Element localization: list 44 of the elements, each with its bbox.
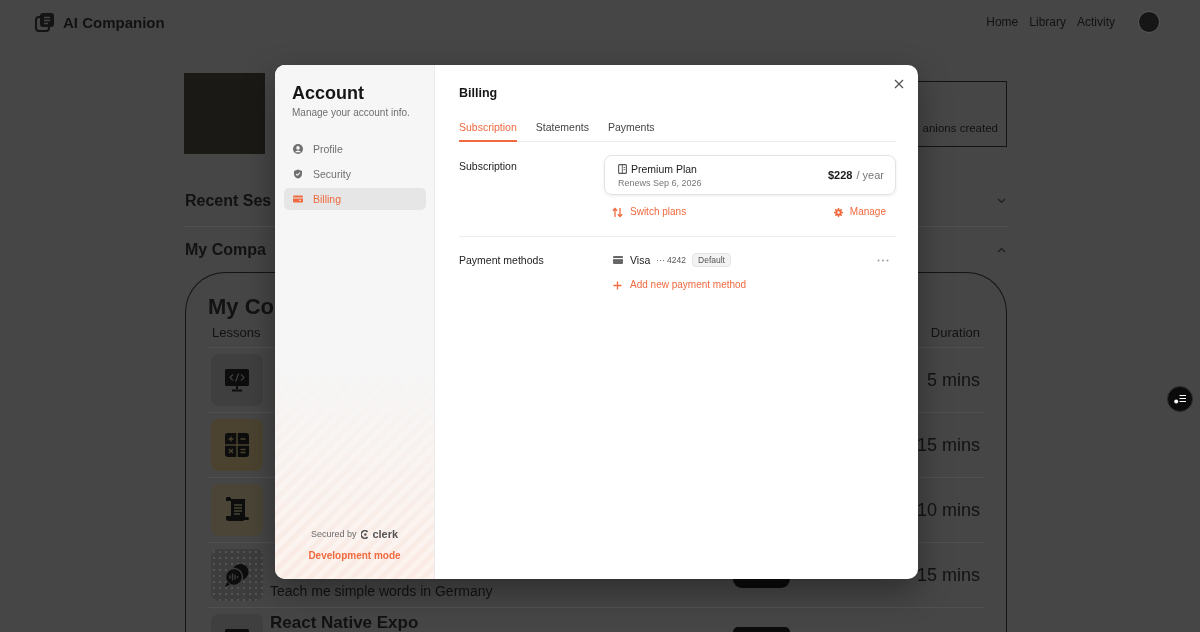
- account-title: Account: [292, 82, 364, 104]
- card-number: ··· 4242: [656, 255, 686, 265]
- section-label: Subscription: [459, 159, 517, 173]
- code-monitor-icon: [211, 614, 263, 632]
- manage-button[interactable]: Manage: [833, 206, 886, 218]
- section-label: Payment methods: [459, 253, 544, 267]
- up-down-arrows-icon: [612, 206, 623, 218]
- secured-by-label: Secured by: [310, 528, 357, 540]
- tab[interactable]: Payments: [607, 116, 655, 142]
- scroll-icon: [211, 484, 263, 536]
- billing-period: / year: [856, 169, 884, 181]
- list-icon: [1174, 394, 1186, 404]
- card-brand: Visa: [630, 253, 651, 267]
- credit-card-icon: [293, 194, 303, 204]
- chat-bubbles-icon: [211, 549, 263, 601]
- settings-icon: [833, 207, 843, 217]
- code-monitor-icon: [211, 354, 263, 406]
- shield-icon: [293, 169, 303, 179]
- plan-price: $228: [828, 169, 853, 181]
- sidebar-item[interactable]: Security: [284, 163, 426, 185]
- sidebar-item[interactable]: Billing: [284, 188, 426, 210]
- calculator-icon: [211, 419, 263, 471]
- default-tag: Default: [692, 253, 731, 267]
- credit-card-icon: [613, 256, 623, 264]
- document-icon: [618, 163, 627, 174]
- floating-action-button[interactable]: [1167, 386, 1193, 412]
- panel-title: Billing: [459, 85, 498, 102]
- sidebar-item[interactable]: Profile: [284, 138, 426, 160]
- tab[interactable]: Subscription: [459, 116, 517, 142]
- more-options-button[interactable]: [877, 258, 889, 262]
- plan-name: Premium Plan: [631, 161, 697, 176]
- clerk-logo-icon: [361, 529, 370, 539]
- close-icon: [894, 79, 904, 89]
- add-payment-method-button[interactable]: Add new payment method: [604, 278, 747, 292]
- renewal-date: Renews Sep 6, 2026: [618, 176, 702, 189]
- plus-icon: [613, 280, 622, 290]
- switch-plans-button[interactable]: Switch plans: [612, 206, 687, 218]
- brand-name: clerk: [372, 528, 399, 540]
- dev-mode-label: Development mode: [308, 550, 401, 562]
- ellipsis-icon: [877, 258, 889, 262]
- account-subtitle: Manage your account info.: [292, 106, 410, 120]
- tab[interactable]: Statements: [535, 116, 589, 142]
- user-icon: [293, 144, 303, 154]
- logo-icon: [35, 12, 55, 32]
